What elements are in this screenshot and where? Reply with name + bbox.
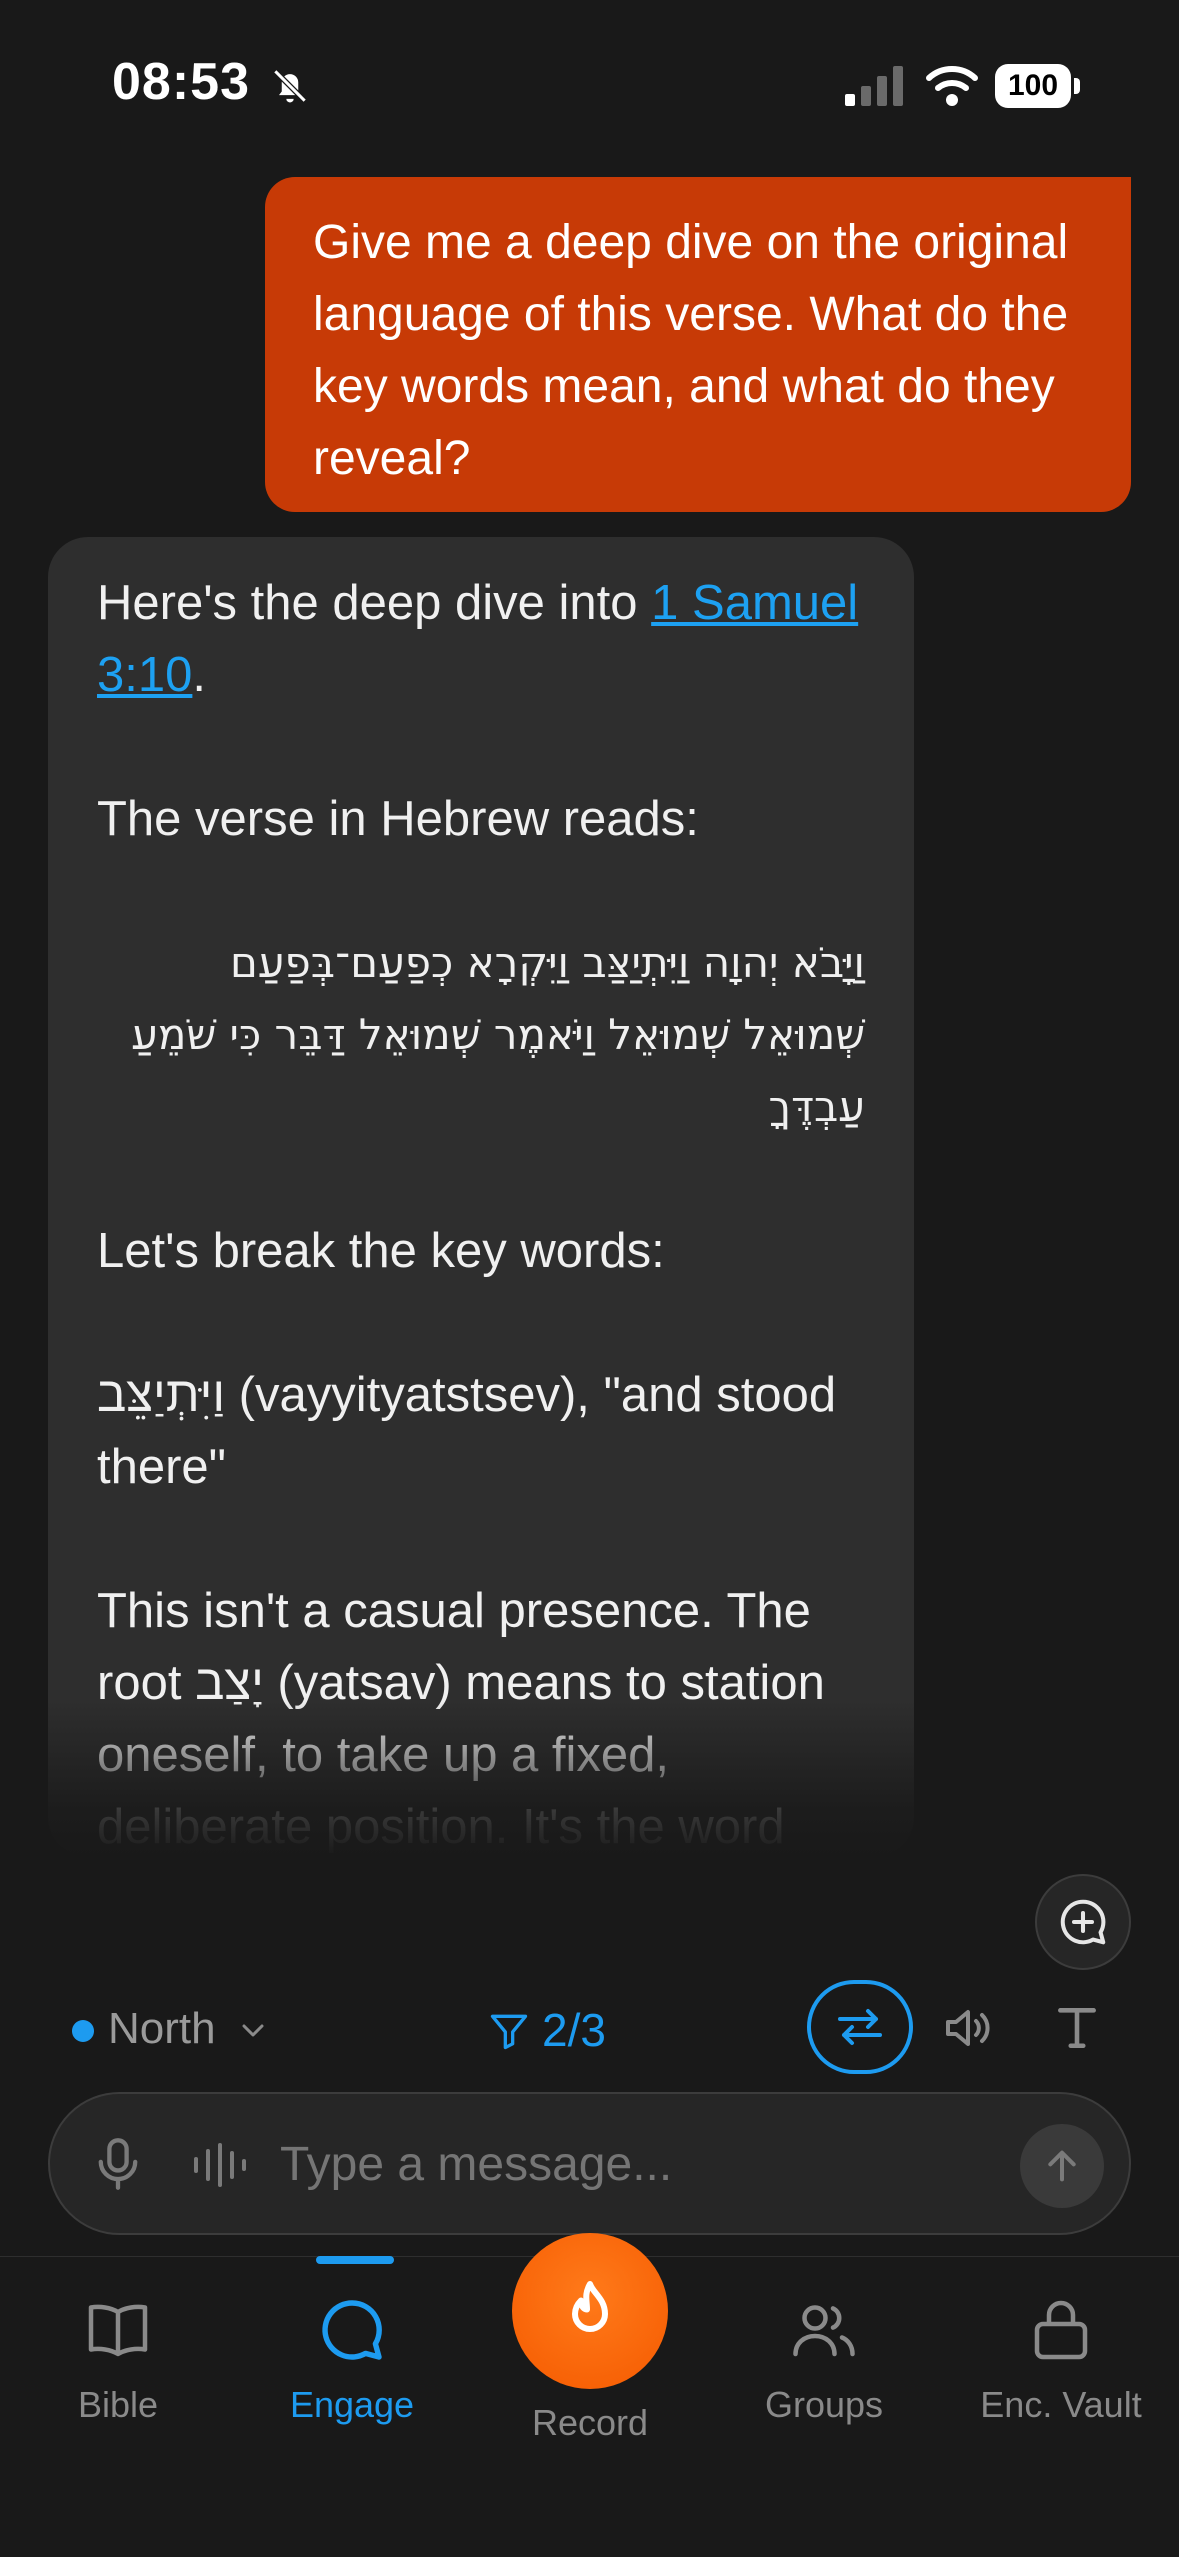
new-chat-button[interactable]: [1035, 1874, 1131, 1970]
users-icon: [793, 2305, 855, 2357]
direction-selector[interactable]: North: [108, 2004, 216, 2054]
chevron-down-icon[interactable]: [238, 2018, 268, 2042]
lock-icon: [1034, 2300, 1088, 2360]
microphone-icon[interactable]: [95, 2136, 141, 2192]
battery-level: 100: [995, 64, 1071, 108]
scroll-fade: [48, 1700, 914, 1857]
assistant-intro: Here's the deep dive into 1 Samuel 3:10.: [97, 567, 865, 711]
record-button[interactable]: [512, 2233, 668, 2389]
tab-bible[interactable]: [82, 2294, 154, 2371]
active-tab-indicator: [316, 2256, 394, 2264]
swap-arrows-icon: [838, 2009, 882, 2045]
intro-suffix: .: [192, 648, 206, 702]
tab-label-engage[interactable]: Engage: [242, 2384, 462, 2426]
tab-label-enc-vault[interactable]: Enc. Vault: [951, 2384, 1171, 2426]
chat-plus-icon: [1060, 1899, 1106, 1945]
hebrew-verse: וַיָּבֹא יְהוָה וַיִּתְיַצַּב וַיִּקְרָא…: [131, 938, 865, 1131]
tab-label-groups[interactable]: Groups: [714, 2384, 934, 2426]
send-button[interactable]: [1020, 2124, 1104, 2208]
book-icon: [88, 2304, 148, 2357]
battery-icon: 100: [995, 64, 1081, 108]
voice-waveform-icon[interactable]: [190, 2140, 250, 2190]
word-entry: וַיִּתְיַצֵּב (vayyityatstsev), "and sto…: [97, 1368, 837, 1494]
breakdown-intro: Let's break the key words:: [97, 1224, 665, 1278]
user-message-text: Give me a deep dive on the original lang…: [313, 216, 1069, 485]
tab-label-bible[interactable]: Bible: [8, 2384, 228, 2426]
direction-status-dot: [72, 2020, 94, 2042]
tab-groups[interactable]: [788, 2294, 860, 2371]
speaker-icon[interactable]: [942, 2004, 994, 2052]
flame-icon: [572, 2281, 608, 2332]
status-time: 08:53: [112, 53, 250, 111]
hebrew-intro: The verse in Hebrew reads:: [97, 792, 699, 846]
signal-icon: [845, 66, 903, 106]
tab-engage[interactable]: [316, 2294, 388, 2371]
filter-count[interactable]: 2/3: [542, 2003, 606, 2057]
user-message-bubble: Give me a deep dive on the original lang…: [265, 177, 1131, 512]
tab-label-record[interactable]: Record: [480, 2402, 700, 2444]
wifi-icon: [926, 66, 978, 106]
intro-text: Here's the deep dive into: [97, 576, 652, 630]
filter-icon[interactable]: [487, 2008, 531, 2054]
text-size-icon[interactable]: [1052, 2002, 1102, 2052]
swap-button[interactable]: [807, 1980, 913, 2074]
bell-off-icon: [273, 69, 307, 103]
chat-bubble-icon: [322, 2300, 382, 2360]
tab-enc-vault[interactable]: [1025, 2294, 1097, 2371]
message-input[interactable]: [280, 2134, 980, 2194]
arrow-up-icon: [1048, 2150, 1076, 2182]
assistant-message-bubble: Here's the deep dive into 1 Samuel 3:10.…: [48, 537, 914, 1857]
